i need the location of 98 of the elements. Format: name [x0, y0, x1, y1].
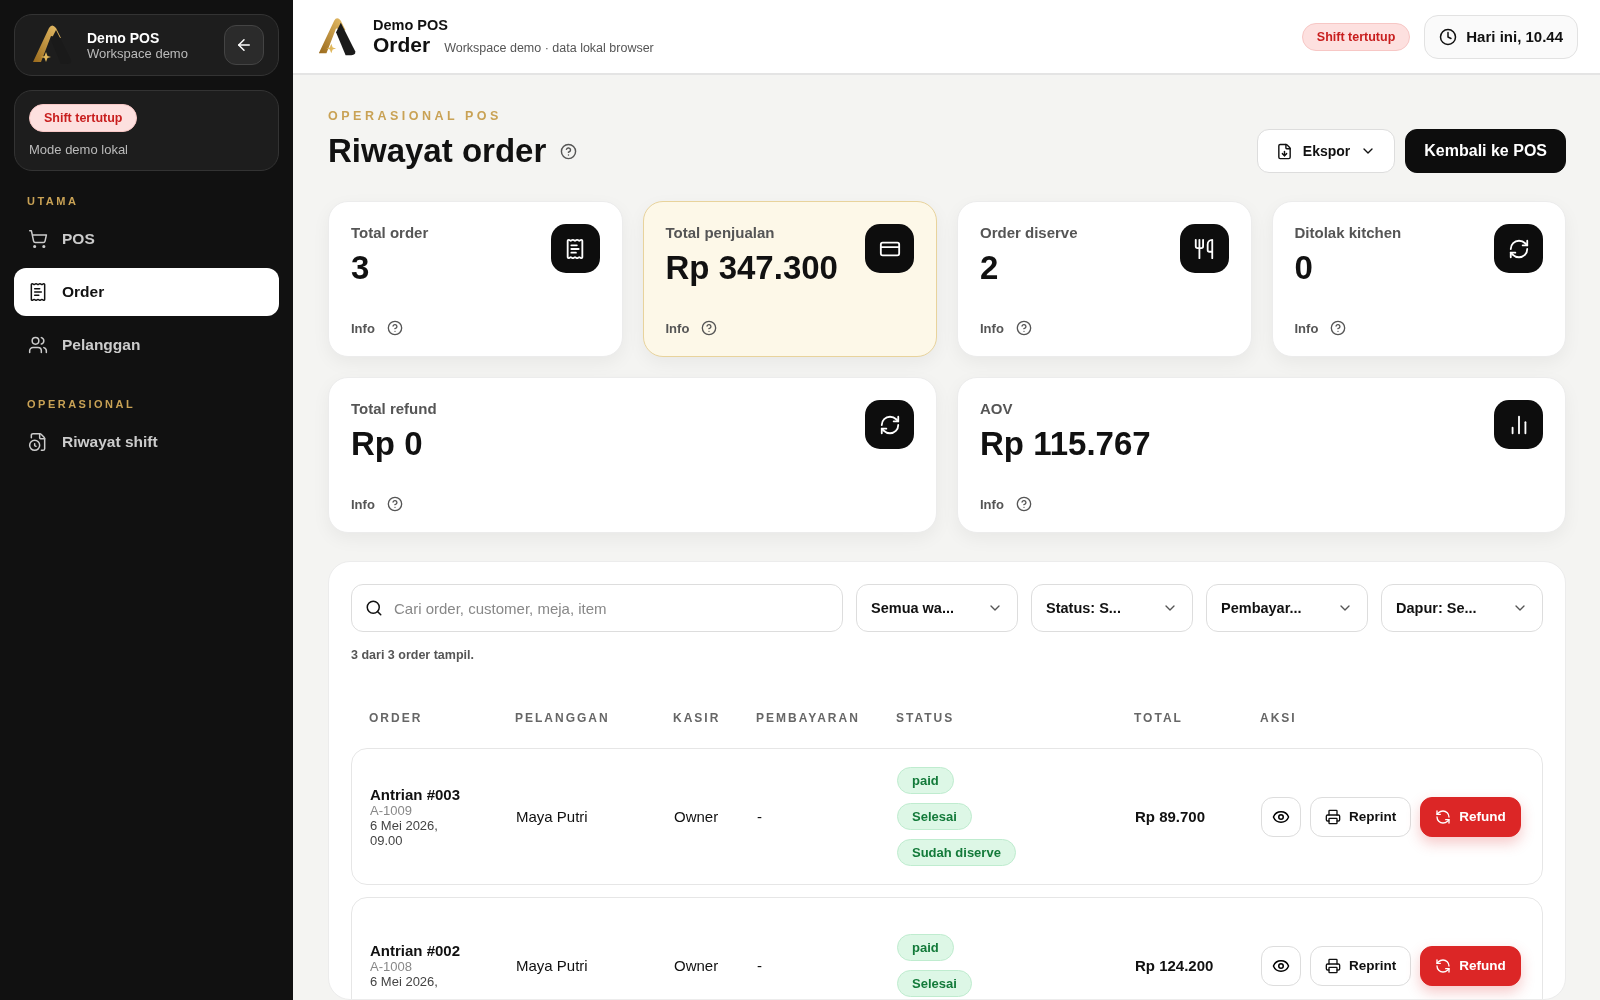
status-pill: paid	[897, 767, 954, 794]
column-header: STATUS	[896, 711, 956, 725]
stat-value: 3	[351, 249, 371, 287]
order-code: A-1009	[370, 802, 413, 818]
refresh-icon	[1435, 808, 1452, 825]
stat-label: Total order	[351, 224, 430, 241]
customer-cell-text: Maya Putri	[516, 957, 589, 974]
stat-label: Total penjualan	[665, 224, 776, 241]
info-label: Info	[351, 496, 375, 512]
info-label: Info	[351, 320, 375, 336]
help-icon[interactable]	[386, 320, 403, 336]
info-label: Info	[1294, 320, 1319, 336]
nav-item[interactable]: Order	[14, 268, 279, 316]
status-pill: Sudah diserve	[897, 839, 1016, 866]
filter-select[interactable]: Semua wa...	[856, 584, 1018, 632]
filter-select[interactable]: Dapur: Se...	[1381, 584, 1543, 632]
customer-cell-text: Maya Putri	[516, 808, 589, 825]
total-cell-text: Rp 89.700	[1135, 808, 1207, 825]
help-icon[interactable]	[1015, 496, 1032, 512]
filter-select[interactable]: Status: S...	[1031, 584, 1193, 632]
order-name: Antrian #002	[370, 942, 462, 959]
eyebrow-label: OPERASIONAL POS	[328, 109, 503, 123]
mode-note: Mode demo lokal	[29, 142, 128, 157]
shift-status-badge: Shift tertutup	[1301, 22, 1411, 51]
refresh-icon	[1435, 957, 1452, 974]
app-name: Demo POS	[373, 16, 449, 33]
info-label: Info	[980, 320, 1004, 336]
section-heading: UTAMA	[27, 195, 80, 207]
status-pill: Selesai	[897, 970, 972, 997]
users-icon	[28, 335, 48, 355]
reprint-button[interactable]: Reprint	[1310, 796, 1412, 837]
header-title: Order	[373, 32, 431, 57]
file-download-icon	[1275, 142, 1293, 160]
payment-cell-text: -	[757, 957, 763, 974]
utensils-icon	[1193, 237, 1215, 260]
column-header: KASIR	[673, 711, 722, 725]
stat-label: AOV	[980, 400, 1014, 417]
order-date: 6 Mei 2026, 09.00	[370, 817, 439, 848]
back-to-pos-button[interactable]: Kembali ke POS	[1405, 129, 1566, 173]
refresh-icon	[1507, 237, 1530, 260]
section-heading: OPERASIONAL	[27, 398, 137, 410]
help-icon[interactable]	[560, 142, 578, 160]
nav-item[interactable]: Pelanggan	[14, 321, 279, 369]
column-header: ORDER	[369, 711, 424, 725]
printer-icon	[1325, 957, 1341, 974]
page-title: Riwayat order	[328, 132, 547, 170]
stat-label: Total refund	[351, 400, 438, 417]
brand-subtitle: Workspace demo	[87, 45, 189, 61]
cart-icon	[28, 229, 48, 249]
total-cell-text: Rp 124.200	[1135, 957, 1215, 974]
refund-button[interactable]: Refund	[1420, 945, 1521, 986]
info-label: Info	[665, 320, 690, 336]
info-label: Info	[980, 496, 1004, 512]
refund-button[interactable]: Refund	[1420, 796, 1521, 837]
clock-badge: Hari ini, 10.44	[1424, 14, 1578, 59]
column-header: PEMBAYARAN	[756, 711, 861, 725]
stat-value: 2	[980, 249, 1000, 287]
nav-item[interactable]: Riwayat shift	[14, 418, 279, 466]
status-pill: paid	[897, 934, 954, 961]
stat-value: Rp 115.767	[980, 425, 1152, 463]
clock-icon	[1439, 27, 1458, 46]
column-header: PELANGGAN	[515, 711, 611, 725]
file-clock-icon	[28, 432, 48, 452]
reprint-button[interactable]: Reprint	[1310, 945, 1412, 986]
payment-cell-text: -	[757, 808, 763, 825]
shift-status-badge: Shift tertutup	[29, 104, 138, 132]
stat-label: Ditolak kitchen	[1294, 224, 1403, 241]
search-field[interactable]: Cari order, customer, meja, item	[351, 584, 843, 632]
view-button[interactable]	[1261, 796, 1301, 837]
collapse-button[interactable]	[224, 25, 264, 65]
nav-item[interactable]: POS	[14, 215, 279, 263]
column-header: AKSI	[1260, 711, 1298, 725]
cashier-cell-text: Owner	[674, 957, 720, 974]
stat-value: Rp 347.300	[665, 249, 839, 287]
brand-name: Demo POS	[87, 29, 161, 46]
order-code: A-1008	[370, 959, 413, 974]
stat-value: 0	[1294, 249, 1314, 287]
column-header: TOTAL	[1134, 711, 1184, 725]
order-date: 6 Mei 2026,	[370, 974, 439, 989]
receipt-icon	[564, 237, 586, 260]
export-button[interactable]: Ekspor	[1256, 129, 1396, 173]
stat-label: Order diserve	[980, 224, 1079, 241]
stat-value: Rp 0	[351, 425, 424, 463]
search-icon	[365, 599, 383, 617]
printer-icon	[1325, 808, 1341, 825]
help-icon[interactable]	[701, 320, 718, 336]
receipt-icon	[28, 282, 48, 302]
status-pill: Selesai	[897, 803, 972, 830]
help-icon[interactable]	[386, 496, 403, 512]
order-name: Antrian #003	[370, 785, 462, 803]
view-button[interactable]	[1261, 945, 1301, 986]
cashier-cell-text: Owner	[674, 808, 720, 825]
help-icon[interactable]	[1330, 320, 1347, 336]
header-subtitle: Workspace demo · data lokal browser	[444, 40, 654, 55]
help-icon[interactable]	[1015, 320, 1032, 336]
result-count: 3 dari 3 order tampil.	[351, 648, 475, 662]
refresh-icon	[878, 413, 901, 436]
filter-select[interactable]: Pembayar...	[1206, 584, 1368, 632]
